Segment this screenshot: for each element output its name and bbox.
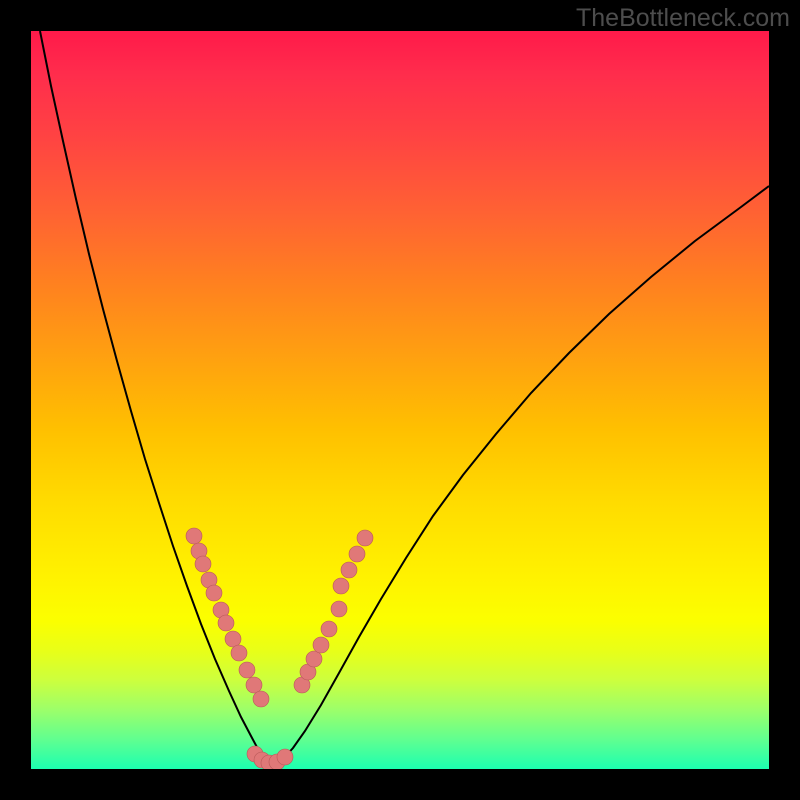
data-marker bbox=[341, 562, 357, 578]
data-marker bbox=[349, 546, 365, 562]
data-marker bbox=[306, 651, 322, 667]
data-marker bbox=[253, 691, 269, 707]
data-marker bbox=[331, 601, 347, 617]
data-marker bbox=[218, 615, 234, 631]
curve-right bbox=[269, 186, 769, 766]
data-marker bbox=[321, 621, 337, 637]
data-marker bbox=[239, 662, 255, 678]
data-marker bbox=[186, 528, 202, 544]
data-marker bbox=[225, 631, 241, 647]
data-marker bbox=[357, 530, 373, 546]
data-marker bbox=[313, 637, 329, 653]
data-marker bbox=[195, 556, 211, 572]
markers-right-group bbox=[294, 530, 373, 693]
data-marker bbox=[277, 749, 293, 765]
data-marker bbox=[231, 645, 247, 661]
chart-svg bbox=[31, 31, 769, 769]
data-marker bbox=[333, 578, 349, 594]
markers-bottom-group bbox=[247, 746, 293, 769]
watermark-text: TheBottleneck.com bbox=[576, 4, 790, 33]
plot-area bbox=[31, 31, 769, 769]
data-marker bbox=[246, 677, 262, 693]
data-marker bbox=[206, 585, 222, 601]
chart-frame: TheBottleneck.com bbox=[0, 0, 800, 800]
